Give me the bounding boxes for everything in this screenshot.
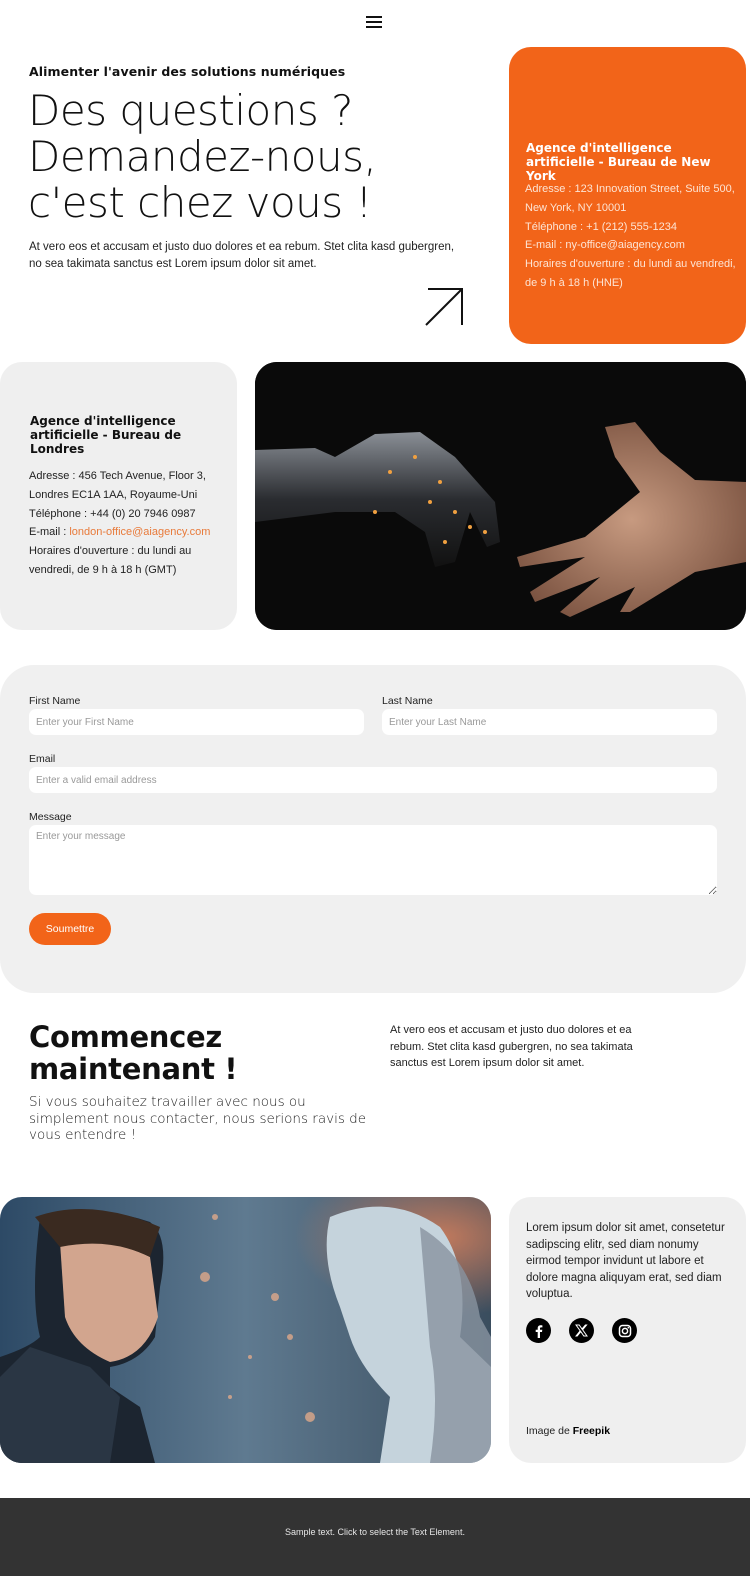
office-title: Agence d'intelligence artificielle - Bur…	[526, 141, 711, 183]
credit-prefix: Image de	[526, 1425, 573, 1437]
office-title: Agence d'intelligence artificielle - Bur…	[30, 414, 182, 456]
hamburger-menu-icon[interactable]	[366, 13, 382, 29]
last-name-input[interactable]	[382, 709, 717, 735]
message-textarea[interactable]	[29, 825, 717, 895]
hero-title-line: Demandez-nous,	[28, 132, 377, 181]
hero-title: Des questions ? Demandez-nous, c'est che…	[28, 88, 488, 226]
menu-line	[366, 21, 382, 23]
hero-title-line: Des questions ?	[28, 86, 353, 135]
cta-title-line: maintenant !	[29, 1052, 238, 1086]
first-name-input[interactable]	[29, 709, 364, 735]
credit-brand: Freepik	[572, 1425, 611, 1437]
arrow-up-right-icon[interactable]	[424, 287, 464, 327]
office-address: Adresse : 456 Tech Avenue, Floor 3, Lond…	[29, 470, 206, 501]
hero-title-line: c'est chez vous !	[28, 178, 372, 227]
email-label: E-mail :	[29, 526, 70, 539]
image-credit: Image de Freepik	[526, 1425, 610, 1437]
cta-text: At vero eos et accusam et justo duo dolo…	[390, 1024, 633, 1069]
email-input[interactable]	[29, 767, 717, 793]
cta-title: Commencez maintenant !	[29, 1020, 238, 1086]
businessman-robot-image	[0, 1197, 491, 1463]
message-label: Message	[29, 811, 72, 823]
first-name-label: First Name	[29, 695, 81, 707]
footer: Sample text. Click to select the Text El…	[0, 1498, 750, 1576]
social-card-text: Lorem ipsum dolor sit amet, consetetur s…	[526, 1222, 725, 1300]
submit-button[interactable]: Soumettre	[29, 913, 111, 945]
office-email: E-mail : london-office@aiagency.com	[29, 523, 234, 542]
social-icons	[526, 1318, 637, 1343]
menu-line	[366, 16, 382, 18]
social-card: Lorem ipsum dolor sit amet, consetetur s…	[509, 1197, 746, 1463]
x-twitter-icon[interactable]	[569, 1318, 594, 1343]
office-address: Adresse : 123 Innovation Street, Suite 5…	[525, 183, 735, 214]
new-york-office-card: Agence d'intelligence artificielle - Bur…	[509, 47, 746, 344]
robot-human-hands-image	[255, 362, 746, 630]
cta-title-line: Commencez	[29, 1020, 222, 1054]
london-office-card: Agence d'intelligence artificielle - Bur…	[0, 362, 237, 630]
email-label: Email	[29, 753, 56, 765]
menu-line	[366, 26, 382, 28]
office-email: E-mail : ny-office@aiagency.com	[525, 239, 685, 252]
hero-tagline: Alimenter l'avenir des solutions numériq…	[29, 64, 346, 79]
office-info: Adresse : 123 Innovation Street, Suite 5…	[525, 180, 740, 293]
footer-text[interactable]: Sample text. Click to select the Text El…	[0, 1527, 750, 1537]
facebook-icon[interactable]	[526, 1318, 551, 1343]
office-hours: Horaires d'ouverture : du lundi au vendr…	[525, 258, 736, 289]
office-info: Adresse : 456 Tech Avenue, Floor 3, Lond…	[29, 467, 234, 580]
cta-subtitle: Si vous souhaitez travailler avec nous o…	[29, 1094, 367, 1143]
hero-text: At vero eos et accusam et justo duo dolo…	[29, 241, 455, 270]
last-name-label: Last Name	[382, 695, 433, 707]
london-email-link[interactable]: london-office@aiagency.com	[69, 526, 210, 538]
instagram-icon[interactable]	[612, 1318, 637, 1343]
office-phone: Téléphone : +1 (212) 555-1234	[525, 220, 677, 233]
office-hours: Horaires d'ouverture : du lundi au vendr…	[29, 545, 192, 576]
office-phone: Téléphone : +44 (0) 20 7946 0987	[29, 507, 196, 520]
